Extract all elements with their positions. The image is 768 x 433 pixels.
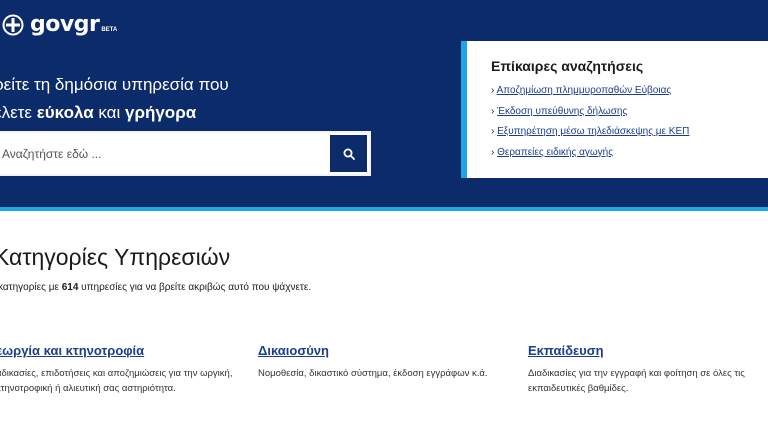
category-card-education: Εκπαίδευση Διαδικασίες για την εγγραφή κ… xyxy=(528,343,764,396)
category-link[interactable]: Δικαιοσύνη xyxy=(258,343,508,358)
search-button[interactable] xyxy=(330,135,367,172)
brand-name: govgr xyxy=(30,12,100,37)
hero-tagline: ρείτε τη δημόσια υπηρεσία που έλετε εύκο… xyxy=(0,71,229,127)
trending-list: › Αποζημίωση πλημμυροπαθών Εύβοιας › Έκδ… xyxy=(491,81,768,163)
trending-item: › Θεραπείες ειδικής αγωγής xyxy=(491,146,614,158)
trending-link[interactable]: Θεραπείες ειδικής αγωγής xyxy=(497,147,613,158)
subtitle-text: υπηρεσίες για να βρείτε ακριβώς αυτό που… xyxy=(78,282,312,293)
govgr-logo[interactable]: govgr BETA xyxy=(2,12,117,37)
trending-item: › Αποζημίωση πλημμυροπαθών Εύβοιας xyxy=(491,85,672,96)
search-input[interactable] xyxy=(0,132,330,175)
trending-link[interactable]: Αποζημίωση πλημμυροπαθών Εύβοιας xyxy=(497,85,672,96)
trending-link[interactable]: Εξυπηρέτηση μέσω τηλεδιάσκεψης με ΚΕΠ xyxy=(497,126,689,137)
category-link[interactable]: εωργία και κτηνοτροφία xyxy=(0,343,236,358)
hero-banner: govgr BETA ρείτε τη δημόσια υπηρεσία που… xyxy=(0,0,768,207)
trending-searches-panel: Επίκαιρες αναζητήσεις › Αποζημίωση πλημμ… xyxy=(461,41,768,178)
categories-subtitle: κατηγορίες με 614 υπηρεσίες για να βρείτ… xyxy=(0,282,311,293)
trending-title: Επίκαιρες αναζητήσεις xyxy=(491,58,644,74)
category-description: Διαδικασίες για την εγγραφή και φοίτηση … xyxy=(528,368,745,394)
category-card-agriculture: εωργία και κτηνοτροφία αδικασίες, επιδοτ… xyxy=(0,343,236,396)
tagline-text: έλετε xyxy=(0,103,32,122)
category-link[interactable]: Εκπαίδευση xyxy=(528,343,764,358)
trending-item: › Έκδοση υπεύθυνης δήλωσης xyxy=(491,105,628,117)
trending-item: › Εξυπηρέτηση μέσω τηλεδιάσκεψης με ΚΕΠ xyxy=(491,126,690,137)
subtitle-text: κατηγορίες με xyxy=(0,282,62,293)
tagline-line-1: ρείτε τη δημόσια υπηρεσία που xyxy=(0,75,229,94)
hero-divider xyxy=(0,207,768,211)
greek-emblem-icon xyxy=(2,14,24,35)
trending-link[interactable]: Έκδοση υπεύθυνης δήλωσης xyxy=(497,106,627,117)
search-bar xyxy=(0,131,371,176)
tagline-emphasis-fast: γρήγορα xyxy=(125,103,197,122)
tagline-line-2: έλετε εύκολα και γρήγορα xyxy=(0,99,229,127)
tagline-emphasis-easy: εύκολα xyxy=(36,103,94,122)
tagline-text: και xyxy=(93,103,125,122)
category-card-justice: Δικαιοσύνη Νομοθεσία, δικαστικό σύστημα,… xyxy=(258,343,508,381)
category-description: αδικασίες, επιδοτήσεις και αποζημιώσεις … xyxy=(0,368,233,394)
categories-title: Κατηγορίες Υπηρεσιών xyxy=(0,244,231,270)
category-description: Νομοθεσία, δικαστικό σύστημα, έκδοση εγγ… xyxy=(258,368,488,379)
search-icon xyxy=(343,148,355,160)
services-count: 614 xyxy=(61,282,79,293)
beta-badge: BETA xyxy=(101,26,118,33)
